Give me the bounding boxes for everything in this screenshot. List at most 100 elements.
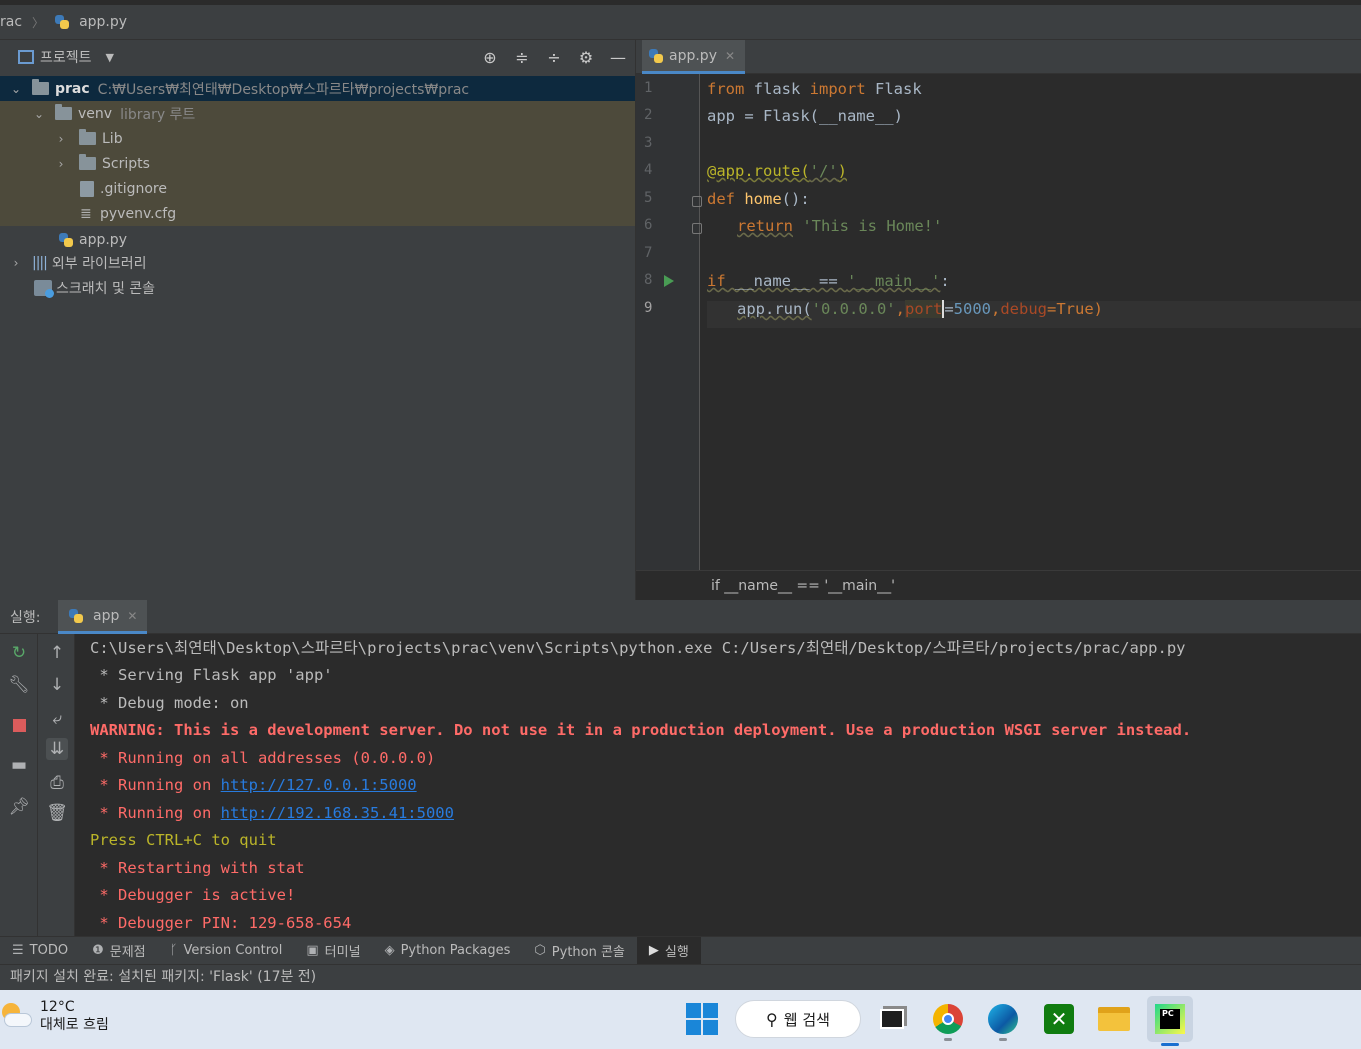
chevron-down-icon[interactable]: ⌄: [10, 82, 22, 96]
pin-icon[interactable]: 📌︎: [8, 796, 30, 818]
console-line: * Running on http://127.0.0.1:5000: [90, 776, 417, 794]
tab-run-app[interactable]: app ✕: [58, 600, 148, 634]
line-number: 7: [644, 245, 653, 261]
pycharm-icon[interactable]: PC: [1147, 996, 1193, 1046]
windows-start-icon[interactable]: [684, 1001, 720, 1037]
project-view-icon: [18, 50, 34, 64]
console-line: * Debug mode: on: [90, 694, 249, 712]
code-line-2: app = Flask(__name__): [707, 107, 903, 125]
stop-icon[interactable]: [8, 714, 30, 736]
chevron-right-icon[interactable]: ›: [10, 256, 22, 270]
code-line-4: @app.route('/'): [707, 162, 847, 180]
tab-label: app.py: [669, 47, 717, 64]
tool-window-todo[interactable]: ☰ TODO: [0, 937, 80, 965]
breadcrumb-project[interactable]: rac: [0, 14, 22, 30]
library-icon: ||||: [32, 254, 48, 271]
expand-all-icon[interactable]: ≑: [511, 46, 533, 68]
file-explorer-icon[interactable]: [1096, 1001, 1132, 1037]
git-file-icon: [80, 180, 94, 197]
rerun-icon[interactable]: ↻: [8, 642, 30, 664]
tree-item-scripts[interactable]: › Scripts: [0, 151, 635, 176]
tool-window-version-control[interactable]: ᚴ Version Control: [158, 937, 295, 965]
tree-item-label: Scripts: [102, 155, 150, 172]
minimize-icon[interactable]: —: [607, 46, 629, 68]
code-area[interactable]: from flask import Flask app = Flask(__na…: [707, 74, 1361, 570]
trash-icon[interactable]: 🗑︎: [46, 802, 68, 824]
tree-item-label: pyvenv.cfg: [100, 205, 177, 222]
run-panel: 실행: app ✕ ↻ 🔧︎ ▬ 📌︎ ↑ ↓ ⤶ ⇊ ⎙ 🗑︎ C:\User…: [0, 600, 1361, 936]
arrow-down-icon[interactable]: ↓: [46, 674, 68, 696]
code-line-1: from flask import Flask: [707, 80, 922, 98]
chevron-right-icon: 〉: [32, 15, 45, 30]
arrow-up-icon[interactable]: ↑: [46, 642, 68, 664]
problems-icon: ❶: [92, 943, 104, 958]
folder-icon: [79, 129, 96, 145]
tool-window-terminal[interactable]: ▣ 터미널: [294, 937, 372, 965]
tab-app-py[interactable]: app.py ✕: [642, 40, 746, 74]
chevron-right-icon[interactable]: ›: [55, 157, 67, 171]
tree-item-external-libraries[interactable]: › |||| 외부 라이브러리: [0, 250, 635, 275]
python-icon: ⬡: [534, 943, 546, 958]
os-taskbar: 12°C 대체로 흐림 ⚲ 웹 검색 ✕ PC: [0, 990, 1361, 1049]
chevron-right-icon[interactable]: ›: [55, 132, 67, 146]
fold-icon[interactable]: [692, 196, 702, 207]
tree-item-app[interactable]: app.py: [0, 227, 635, 252]
xbox-icon[interactable]: ✕: [1041, 1001, 1077, 1037]
scroll-to-end-icon[interactable]: ⇊: [46, 738, 68, 760]
code-line-9: app.run('0.0.0.0',port =5000,debug=True): [737, 300, 1104, 318]
fold-icon[interactable]: [692, 223, 702, 234]
wrench-icon[interactable]: 🔧︎: [8, 674, 30, 696]
console-line: Press CTRL+C to quit: [90, 831, 277, 849]
line-number: 2: [644, 107, 653, 123]
gear-icon[interactable]: ⚙: [575, 46, 597, 68]
console-output[interactable]: C:\Users\최연태\Desktop\스파르타\projects\prac\…: [90, 634, 1360, 936]
close-icon[interactable]: ✕: [725, 49, 735, 63]
locate-icon[interactable]: ⊕: [479, 46, 501, 68]
tool-window-python-console[interactable]: ⬡ Python 콘솔: [522, 937, 636, 965]
breadcrumb: rac 〉 app.py: [0, 14, 127, 31]
taskbar-search[interactable]: ⚲ 웹 검색: [735, 1000, 861, 1038]
console-link[interactable]: http://192.168.35.41:5000: [221, 804, 454, 822]
tree-item-prac[interactable]: ⌄ prac C:₩Users₩최연태₩Desktop₩스파르타₩project…: [0, 76, 635, 101]
line-number-gutter: 1 2 3 4 5 6 7 8 9: [636, 74, 702, 570]
tree-item-path: C:₩Users₩최연태₩Desktop₩스파르타₩projects₩prac: [97, 81, 470, 98]
collapse-all-icon[interactable]: ÷: [543, 46, 565, 68]
code-breadcrumb[interactable]: if __name__ == '__main__': [636, 570, 1361, 600]
line-number: 8: [644, 272, 653, 288]
search-icon: ⚲: [766, 1009, 778, 1029]
line-number: 5: [644, 190, 653, 206]
close-icon[interactable]: ✕: [127, 609, 137, 623]
soft-wrap-icon[interactable]: ⤶: [46, 708, 68, 730]
console-line: * Running on http://192.168.35.41:5000: [90, 804, 454, 822]
search-label: 웹 검색: [783, 1010, 830, 1029]
print-icon[interactable]: ⎙: [46, 772, 68, 794]
edge-icon[interactable]: [985, 1001, 1021, 1041]
code-line-8: if __name__ == '__main__':: [707, 272, 950, 290]
chevron-down-icon[interactable]: ⌄: [33, 107, 45, 121]
console-link[interactable]: http://127.0.0.1:5000: [221, 776, 417, 794]
tool-window-run[interactable]: ▶ 실행: [636, 936, 701, 965]
run-gutter-icon[interactable]: [664, 275, 674, 287]
tool-window-problems[interactable]: ❶ 문제점: [80, 937, 158, 965]
code-line-6: return 'This is Home!': [737, 217, 943, 235]
chrome-icon[interactable]: [930, 1001, 966, 1041]
task-view-icon[interactable]: [874, 1001, 910, 1037]
console-line: C:\Users\최연태\Desktop\스파르타\projects\prac\…: [90, 639, 1186, 657]
run-label: 실행:: [10, 609, 41, 626]
tree-item-gitignore[interactable]: .gitignore: [0, 176, 635, 201]
layout-icon[interactable]: ▬: [8, 754, 30, 776]
tree-item-venv[interactable]: ⌄ venv library 루트: [0, 101, 635, 126]
tool-window-python-packages[interactable]: ◈ Python Packages: [373, 937, 523, 965]
folder-icon: [32, 79, 49, 95]
weather-widget[interactable]: 12°C 대체로 흐림: [0, 998, 109, 1034]
navigation-bar: rac 〉 app.py: [0, 0, 1361, 40]
tree-item-lib[interactable]: › Lib: [0, 126, 635, 151]
tree-item-pyvenv[interactable]: ≣ pyvenv.cfg: [0, 201, 635, 226]
chevron-down-icon[interactable]: ▼: [106, 51, 114, 64]
tree-item-scratches[interactable]: 스크래치 및 콘솔: [0, 275, 635, 300]
breadcrumb-file[interactable]: app.py: [79, 14, 127, 30]
config-file-icon: ≣: [80, 205, 92, 222]
project-panel-title[interactable]: 프로젝트: [40, 47, 92, 67]
tree-item-label: app.py: [79, 231, 127, 248]
weather-temp: 12°C: [40, 999, 75, 1015]
